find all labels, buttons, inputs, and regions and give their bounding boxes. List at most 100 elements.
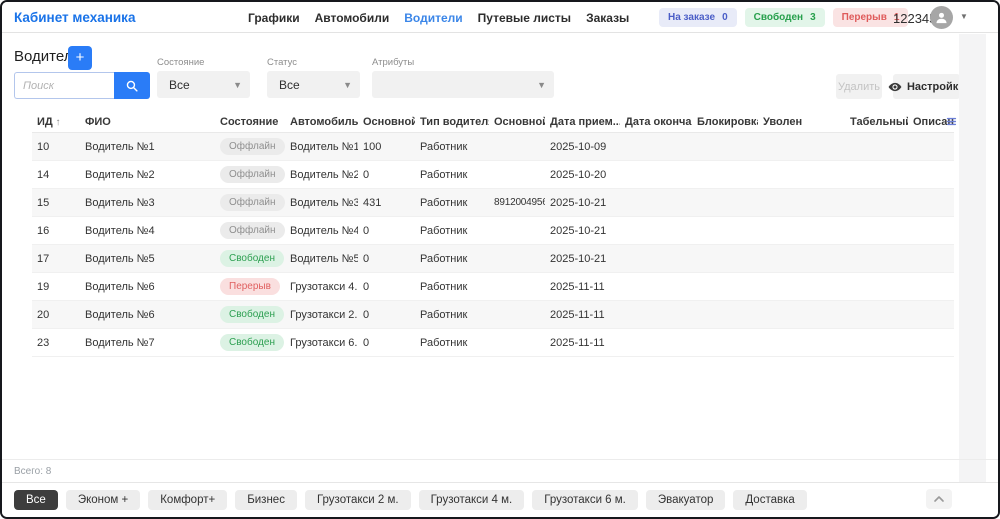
cell-id: 15 bbox=[37, 196, 50, 209]
search-button[interactable] bbox=[114, 72, 150, 99]
column-header-0[interactable]: ИД ↑ bbox=[32, 116, 80, 128]
state-pill: Оффлайн bbox=[220, 138, 285, 155]
cell-car: Грузотакси 2... bbox=[290, 308, 358, 321]
collapse-bar-button[interactable] bbox=[926, 489, 952, 509]
cell-car: Водитель №1... bbox=[290, 140, 358, 153]
nav-item-1[interactable]: Автомобили bbox=[315, 11, 390, 25]
cell-driver_type: Работник bbox=[420, 168, 468, 181]
cell-driver_type: Работник bbox=[420, 252, 468, 265]
table-row-20[interactable]: 20 Водитель №6 Свободен Грузотакси 2... 0 Раб… bbox=[32, 301, 954, 329]
cell-name: Водитель №7 bbox=[85, 336, 155, 349]
state-pill: Перерыв bbox=[220, 278, 280, 295]
filter-attributes-label: Атрибуты bbox=[372, 57, 415, 68]
cell-driver_type: Работник bbox=[420, 336, 468, 349]
table-row-17[interactable]: 17 Водитель №5 Свободен Водитель №5... 0 Рабо… bbox=[32, 245, 954, 273]
vehicle-class-bar: Все Эконом + Комфорт+ Бизнес Грузотакси 2 м.… bbox=[2, 482, 998, 517]
add-driver-button[interactable]: + bbox=[68, 46, 92, 70]
column-header-7[interactable]: Дата прием... bbox=[545, 116, 620, 128]
table-row-16[interactable]: 16 Водитель №4 Оффлайн Водитель №4... 0 Работ… bbox=[32, 217, 954, 245]
delete-button[interactable]: Удалить bbox=[836, 74, 882, 99]
column-header-6[interactable]: Основной те... bbox=[489, 116, 545, 128]
column-settings-icon[interactable] bbox=[946, 114, 957, 132]
vehicle-class-chip-3[interactable]: Бизнес bbox=[235, 490, 297, 510]
cell-hire_date: 2025-11-11 bbox=[550, 336, 605, 349]
cell-account: 0 bbox=[363, 168, 370, 181]
vertical-scrollbar[interactable] bbox=[959, 34, 986, 484]
nav-item-3[interactable]: Путевые листы bbox=[478, 11, 571, 25]
user-icon bbox=[934, 10, 949, 25]
column-header-2[interactable]: Состояние bbox=[215, 116, 285, 128]
status-badge-0[interactable]: На заказе 0 bbox=[659, 8, 737, 27]
cell-state: Перерыв bbox=[215, 278, 285, 295]
driver-status-badges: На заказе 0 Свободен 3 Перерыв 1 bbox=[659, 8, 909, 27]
status-badge-count: 3 bbox=[810, 12, 816, 23]
cell-phone: 89120049566 bbox=[494, 197, 545, 208]
cell-state: Свободен bbox=[215, 306, 285, 323]
table-row-19[interactable]: 19 Водитель №6 Перерыв Грузотакси 4... 0 Рабо… bbox=[32, 273, 954, 301]
column-header-11[interactable]: Табельный ... bbox=[845, 116, 908, 128]
settings-button[interactable]: Настройки bbox=[888, 74, 965, 99]
filter-state-select[interactable]: Все ▼ bbox=[157, 71, 250, 98]
filter-state-label: Состояние bbox=[157, 57, 205, 68]
filter-attributes-select[interactable]: ▼ bbox=[372, 71, 554, 98]
cell-name: Водитель №3 bbox=[85, 196, 155, 209]
total-count: Всего: 8 bbox=[14, 466, 52, 477]
vehicle-class-chip-8[interactable]: Доставка bbox=[733, 490, 807, 510]
cell-driver_type: Работник bbox=[420, 196, 468, 209]
cell-state: Оффлайн bbox=[215, 166, 285, 183]
column-header-9[interactable]: Блокировка bbox=[692, 116, 758, 128]
nav-item-0[interactable]: Графики bbox=[248, 11, 300, 25]
cell-id: 19 bbox=[37, 280, 50, 293]
main-nav: Графики Автомобили Водители Путевые листы За… bbox=[248, 2, 629, 33]
cell-name: Водитель №6 bbox=[85, 308, 155, 321]
table-row-23[interactable]: 23 Водитель №7 Свободен Грузотакси 6... 0 Раб… bbox=[32, 329, 954, 357]
vehicle-class-chips: Все Эконом + Комфорт+ Бизнес Грузотакси 2 м.… bbox=[14, 490, 807, 510]
cell-driver_type: Работник bbox=[420, 224, 468, 237]
column-header-8[interactable]: Дата оконча... bbox=[620, 116, 692, 128]
cell-state: Свободен bbox=[215, 250, 285, 267]
cell-account: 0 bbox=[363, 336, 370, 349]
cell-car: Грузотакси 4... bbox=[290, 280, 358, 293]
nav-item-2[interactable]: Водители bbox=[404, 11, 462, 25]
app-title: Кабинет механика bbox=[14, 10, 136, 25]
column-header-10[interactable]: Уволен bbox=[758, 116, 845, 128]
filter-status-label: Статус bbox=[267, 57, 298, 68]
filter-status: Статус Все ▼ bbox=[267, 57, 360, 98]
vehicle-class-chip-5[interactable]: Грузотакси 4 м. bbox=[418, 490, 525, 510]
state-pill: Оффлайн bbox=[220, 166, 285, 183]
search-group bbox=[14, 72, 150, 99]
table-row-15[interactable]: 15 Водитель №3 Оффлайн Водитель №3... 431 Раб… bbox=[32, 189, 954, 217]
filter-attributes: Атрибуты ▼ bbox=[372, 57, 554, 98]
filter-status-select[interactable]: Все ▼ bbox=[267, 71, 360, 98]
column-header-5[interactable]: Тип водителя bbox=[415, 116, 489, 128]
vehicle-class-chip-0[interactable]: Все bbox=[14, 490, 58, 510]
cell-hire_date: 2025-10-09 bbox=[550, 140, 607, 153]
cell-id: 17 bbox=[37, 252, 50, 265]
table-row-14[interactable]: 14 Водитель №2 Оффлайн Водитель №2... 0 Работ… bbox=[32, 161, 954, 189]
column-header-1[interactable]: ФИО bbox=[80, 116, 215, 128]
column-header-3[interactable]: Автомобиль bbox=[285, 116, 358, 128]
status-badge-label: Свободен bbox=[753, 12, 804, 23]
cell-state: Свободен bbox=[215, 334, 285, 351]
status-badge-count: 0 bbox=[722, 12, 728, 23]
status-badge-1[interactable]: Свободен 3 bbox=[744, 8, 825, 27]
cell-car: Водитель №3... bbox=[290, 196, 358, 209]
cell-id: 23 bbox=[37, 336, 50, 349]
vehicle-class-chip-4[interactable]: Грузотакси 2 м. bbox=[304, 490, 411, 510]
vehicle-class-chip-6[interactable]: Грузотакси 6 м. bbox=[532, 490, 638, 510]
vehicle-class-chip-2[interactable]: Комфорт+ bbox=[148, 490, 228, 510]
cell-car: Водитель №5... bbox=[290, 252, 358, 265]
user-menu-caret-icon[interactable]: ▼ bbox=[960, 12, 968, 21]
cell-name: Водитель №2 bbox=[85, 168, 155, 181]
chevron-down-icon: ▼ bbox=[233, 79, 242, 90]
vehicle-class-chip-7[interactable]: Эвакуатор bbox=[645, 490, 726, 510]
nav-item-4[interactable]: Заказы bbox=[586, 11, 629, 25]
search-input[interactable] bbox=[14, 72, 114, 99]
vehicle-class-chip-1[interactable]: Эконом + bbox=[65, 490, 141, 510]
sort-asc-icon: ↑ bbox=[52, 117, 61, 128]
avatar[interactable] bbox=[930, 6, 953, 29]
cell-driver_type: Работник bbox=[420, 308, 468, 321]
table-row-10[interactable]: 10 Водитель №1 Оффлайн Водитель №1... 100 Раб… bbox=[32, 133, 954, 161]
state-pill: Свободен bbox=[220, 250, 284, 267]
column-header-4[interactable]: Основной сч... bbox=[358, 116, 415, 128]
